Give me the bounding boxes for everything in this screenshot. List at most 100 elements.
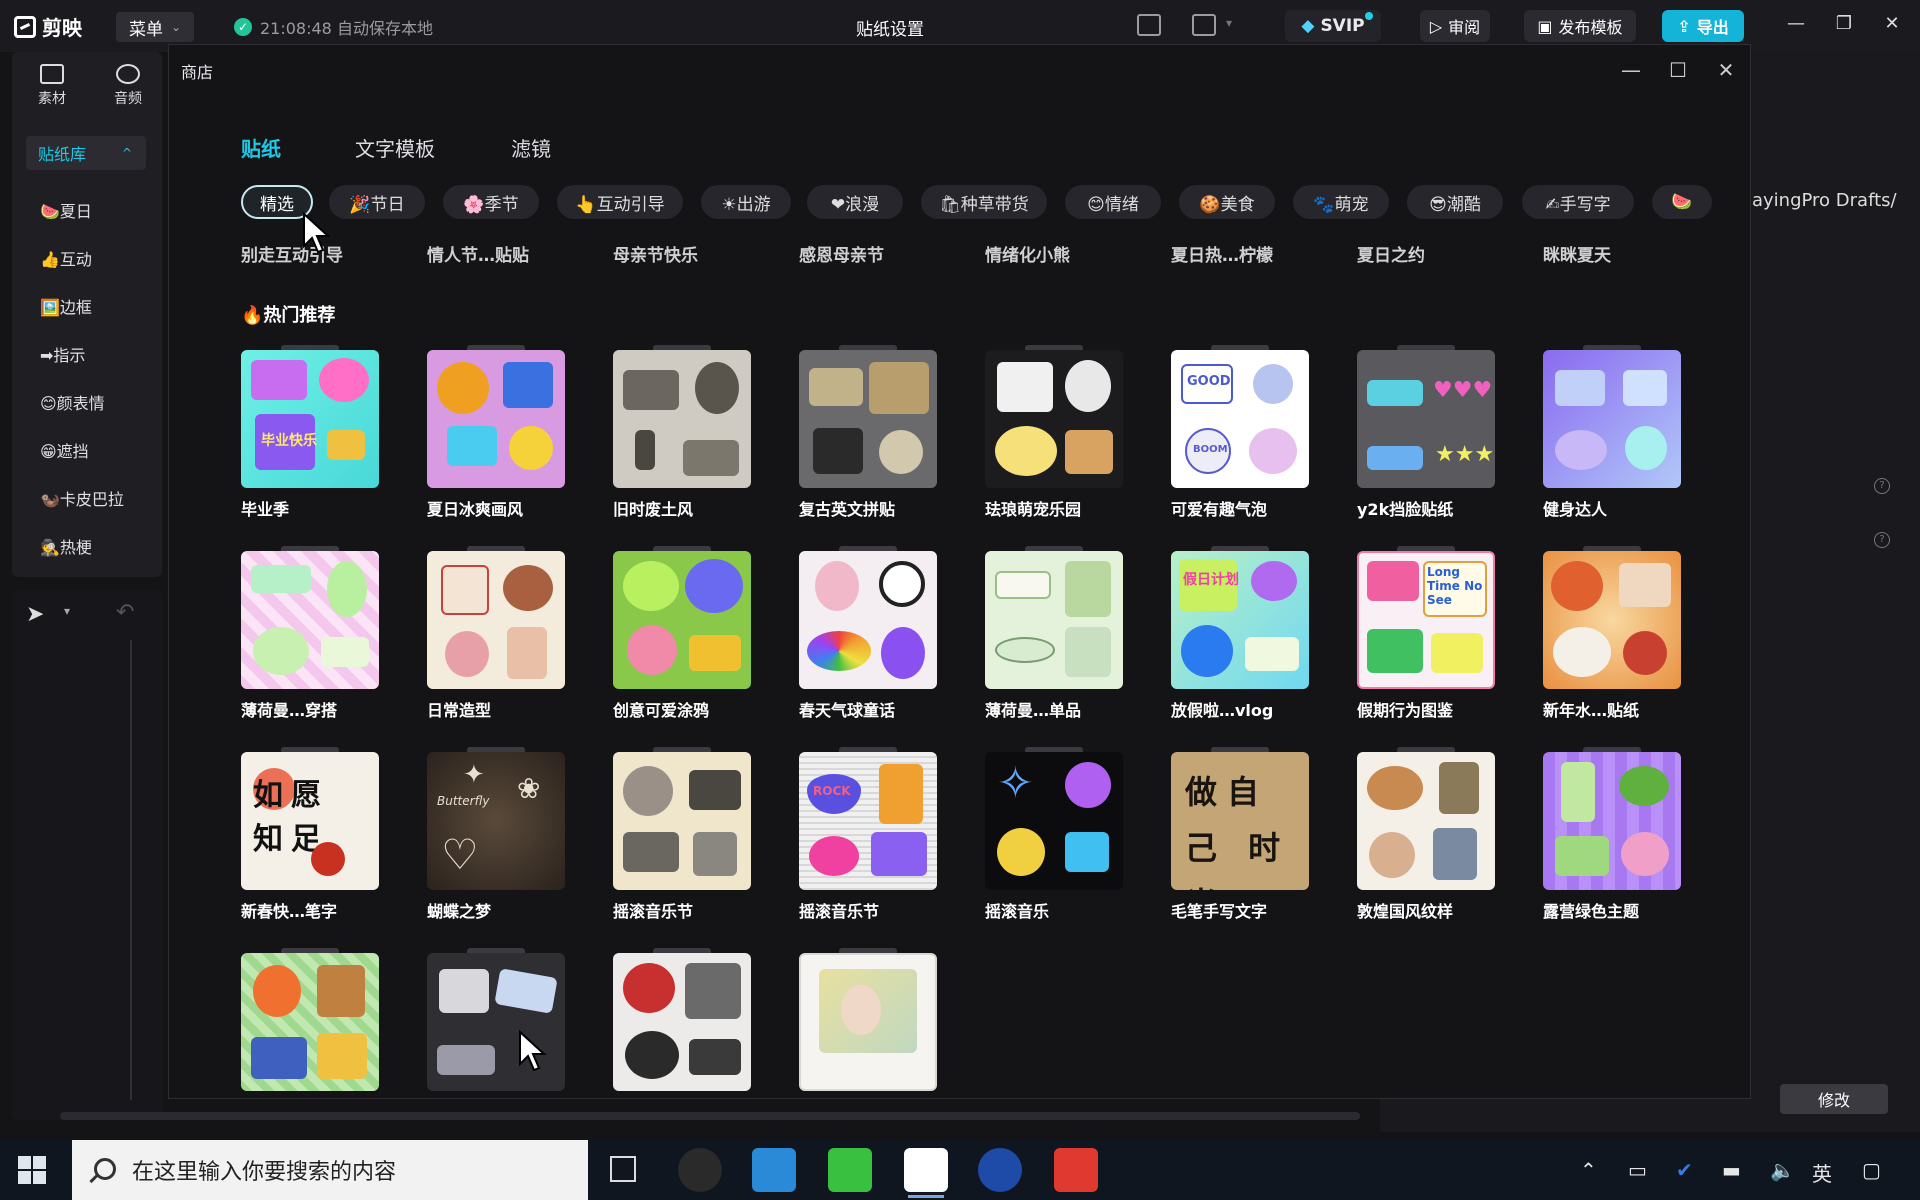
svip-button[interactable]: ◆ SVIP [1285,10,1381,42]
sticker-pack-card[interactable] [427,948,565,1099]
sticker-pack-card[interactable]: 假日计划 放假啦…vlog [1171,546,1309,721]
chip-romance[interactable]: ❤浪漫 [807,185,903,219]
tray-chevron-up-icon[interactable]: ⌃ [1580,1158,1597,1182]
sidebar-item-summer[interactable]: 🍉夏日 [40,198,92,228]
sticker-pack-card[interactable]: ✧ 摇滚音乐 [985,747,1123,922]
modify-button[interactable]: 修改 [1780,1084,1888,1114]
sticker-pack-card[interactable]: 创意可爱涂鸦 [613,546,751,721]
sidebar-item-emoticon[interactable]: 😊颜表情 [40,390,105,420]
sticker-pack-card[interactable] [241,948,379,1099]
undo-icon[interactable]: ↶ [116,600,134,625]
select-tool-chevron-icon[interactable]: ▾ [64,604,70,618]
task-view-icon[interactable] [610,1156,636,1182]
dialog-close-icon[interactable]: ✕ [1711,55,1741,85]
tab-stickers[interactable]: 贴纸 [241,133,281,162]
sticker-pack-card[interactable]: GOOD BOOM 可爱有趣气泡 [1171,345,1309,520]
app-explorer-icon[interactable] [752,1148,796,1192]
app-davinci-icon[interactable] [678,1148,722,1192]
minimize-icon[interactable]: — [1784,12,1808,36]
review-button[interactable]: ▷ 审阅 [1420,10,1490,42]
tab-filters[interactable]: 滤镜 [511,133,551,162]
layout-icon[interactable] [1192,14,1216,36]
sticker-pack-card[interactable]: ♥♥♥ ★★★ y2k挡脸贴纸 [1357,345,1495,520]
tray-check-icon[interactable]: ✔ [1676,1158,1693,1182]
sticker-pack-card[interactable]: 健身达人 [1543,345,1681,520]
check-circle-icon: ✓ [234,18,252,36]
sticker-pack-card[interactable]: 夏日冰爽画风 [427,345,565,520]
sticker-pack-card[interactable]: ROCK 摇滚音乐节 [799,747,937,922]
chip-cool[interactable]: 😎潮酷 [1407,185,1503,219]
chip-emotion[interactable]: 😊情绪 [1065,185,1161,219]
publish-template-button[interactable]: ▣ 发布模板 [1524,10,1636,42]
sticker-pack-card[interactable]: Long Time No See 假期行为图鉴 [1357,546,1495,721]
sticker-pack-card[interactable]: 如愿 知足 新春快…笔字 [241,747,379,922]
keyboard-icon[interactable] [1137,14,1161,36]
media-icon [40,64,64,84]
sticker-pack-card[interactable]: 露营绿色主题 [1543,747,1681,922]
sticker-thumbnail [613,953,751,1091]
menu-button[interactable]: 菜单 ⌄ [116,12,194,42]
export-button[interactable]: ⇪ 导出 [1662,10,1744,42]
chip-food[interactable]: 🍪美食 [1179,185,1275,219]
sticker-pack-card[interactable]: 旧时废土风 [613,345,751,520]
help-icon[interactable]: ? [1874,532,1890,548]
chip-shopping[interactable]: 🛍种草带货 [921,185,1047,219]
taskbar-search-input[interactable]: 在这里输入你要搜索的内容 [72,1140,588,1200]
sticker-pack-card[interactable]: 复古英文拼贴 [799,345,937,520]
chip-festival[interactable]: 🎉节日 [329,185,425,219]
sidebar-item-meme[interactable]: 🕵️热梗 [40,534,92,564]
chip-pets[interactable]: 🐾萌宠 [1293,185,1389,219]
thumb-text: 假日计划 [1183,572,1239,588]
pack-label: 露营绿色主题 [1543,902,1640,921]
sticker-pack-card[interactable] [799,948,937,1099]
dialog-maximize-icon[interactable]: ☐ [1663,55,1693,85]
pack-label: 旧时废土风 [613,500,694,519]
tray-volume-icon[interactable]: 🔈 [1770,1158,1795,1182]
tab-text-templates[interactable]: 文字模板 [355,133,435,162]
tab-audio[interactable]: 音频 [98,60,158,116]
sticker-library-header[interactable]: 贴纸库 ^ [26,136,146,170]
thumb-text: GOOD [1187,374,1231,389]
sticker-pack-card[interactable]: Butterfly ✦ ♡ ❀ 蝴蝶之梦 [427,747,565,922]
chip-travel[interactable]: ☀出游 [701,185,791,219]
sidebar-item-border[interactable]: 🖼️边框 [40,294,92,324]
sticker-pack-card[interactable]: 珐琅萌宠乐园 [985,345,1123,520]
app-red-icon[interactable] [1054,1148,1098,1192]
ime-indicator[interactable]: 英 [1812,1158,1832,1187]
timeline-scrollbar[interactable] [60,1112,1360,1120]
sticker-pack-card[interactable]: 做自己 时光 毛笔手写文字 [1171,747,1309,922]
restore-icon[interactable]: ❐ [1832,12,1856,36]
tray-battery-icon[interactable]: ▬ [1722,1158,1741,1182]
sidebar-item-cover[interactable]: 😁遮挡 [40,438,89,468]
chip-interaction[interactable]: 👆互动引导 [557,185,683,219]
dialog-minimize-icon[interactable]: — [1616,55,1646,85]
help-icon[interactable]: ? [1874,478,1890,494]
sticker-pack-card[interactable]: 日常造型 [427,546,565,721]
sidebar-item-pointer[interactable]: ➡指示 [40,342,85,372]
sticker-pack-card[interactable]: 春天气球童话 [799,546,937,721]
tab-media[interactable]: 素材 [22,60,82,116]
chip-handwriting[interactable]: ✍手写字 [1522,185,1634,219]
chevron-down-icon: ⌄ [170,20,182,34]
chip-more[interactable]: 🍉 [1652,185,1712,219]
sticker-pack-card[interactable]: 毕业快乐 毕业季 [241,345,379,520]
app-camtasia-icon[interactable] [828,1148,872,1192]
sticker-pack-card[interactable]: 新年水…贴纸 [1543,546,1681,721]
sidebar-item-interaction[interactable]: 👍互动 [40,246,92,276]
app-logo: 剪映 [14,12,82,41]
sticker-pack-card[interactable]: 摇滚音乐节 [613,747,751,922]
notification-icon[interactable]: ▢ [1862,1158,1881,1182]
chip-season[interactable]: 🌸季节 [443,185,539,219]
layout-chevron-icon[interactable]: ▾ [1226,16,1232,30]
sticker-pack-card[interactable]: 薄荷曼…穿搭 [241,546,379,721]
app-tasks-icon[interactable] [978,1148,1022,1192]
sidebar-item-capybara[interactable]: 🦦卡皮巴拉 [40,486,124,516]
sticker-pack-card[interactable] [613,948,751,1099]
windows-start-icon[interactable] [18,1156,46,1184]
sticker-pack-card[interactable]: 敦煌国风纹样 [1357,747,1495,922]
sticker-pack-card[interactable]: 薄荷曼…单品 [985,546,1123,721]
select-tool-icon[interactable]: ➤ [26,602,44,627]
close-icon[interactable]: ✕ [1880,12,1904,36]
tray-network-icon[interactable]: ▭ [1628,1158,1647,1182]
app-capcut-icon[interactable] [904,1148,948,1198]
